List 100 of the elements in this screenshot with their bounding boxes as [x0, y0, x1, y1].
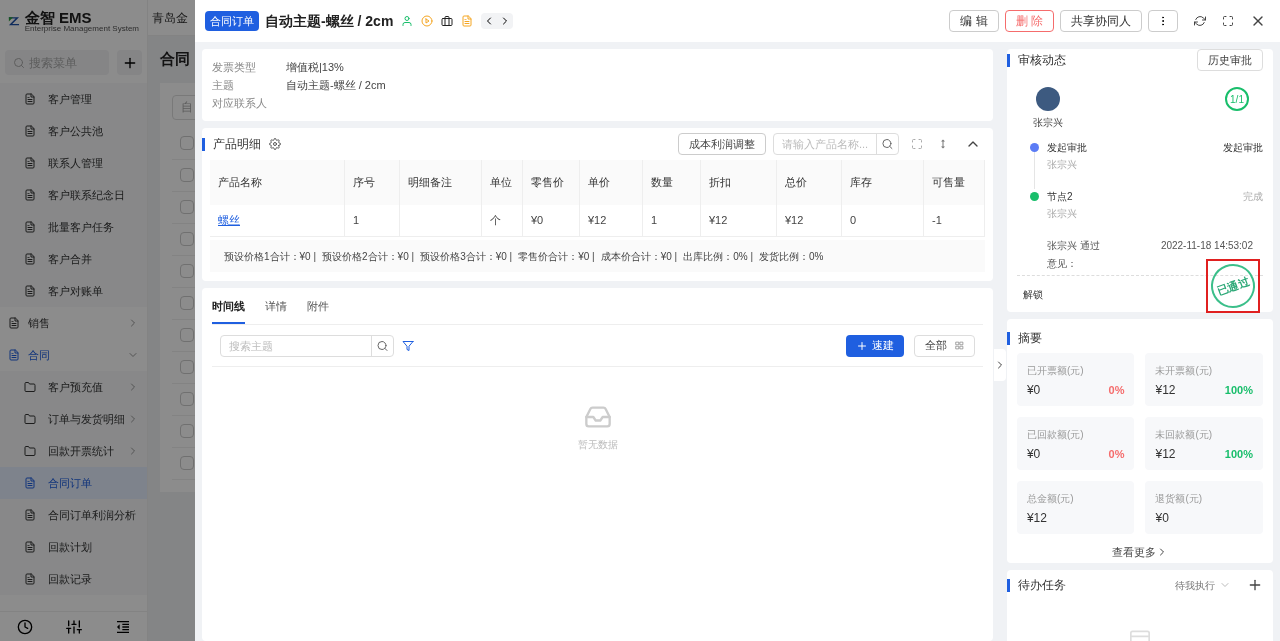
- menu-item[interactable]: 客户合并: [0, 243, 147, 275]
- drawer-title: 自动主题-螺丝 / 2cm: [265, 11, 394, 31]
- checkbox[interactable]: [180, 392, 194, 406]
- see-more-link[interactable]: 查看更多: [1111, 544, 1168, 561]
- checkbox[interactable]: [180, 296, 194, 310]
- add-button[interactable]: [117, 50, 142, 75]
- stat-percent: 100%: [1224, 446, 1253, 462]
- column-header: 可售量: [924, 160, 985, 205]
- tab[interactable]: 详情: [265, 297, 287, 324]
- comment-label: 意见：: [1045, 257, 1078, 271]
- table-cell: 1: [345, 205, 400, 236]
- add-icon[interactable]: [1247, 577, 1263, 593]
- column-header: 单位: [482, 160, 523, 205]
- action-button[interactable]: 删 除: [1004, 10, 1054, 32]
- product-link[interactable]: 螺丝: [210, 205, 345, 236]
- checkbox[interactable]: [180, 328, 194, 342]
- document-icon: [24, 477, 36, 489]
- total-text: 零售价合计：¥0 |: [518, 249, 595, 264]
- adjust-button[interactable]: 成本利润调整: [678, 133, 766, 155]
- total-text: 成本价合计：¥0 |: [600, 249, 678, 264]
- document-icon: [8, 349, 20, 361]
- column-header: 数量: [643, 160, 701, 205]
- stat-label: 未回款额(元): [1155, 428, 1214, 442]
- document-icon: [8, 317, 20, 329]
- menu-item[interactable]: 客户公共池: [0, 115, 147, 147]
- stat-label: 退货额(元): [1155, 492, 1204, 506]
- type-tag: 合同订单: [205, 10, 259, 32]
- menu-item[interactable]: 客户管理: [0, 83, 147, 115]
- stat-amount: ¥12: [1155, 446, 1176, 463]
- step-status: 发起审批: [1223, 141, 1263, 155]
- total-text: 预设价格3合计：¥0 |: [420, 249, 513, 264]
- checkbox[interactable]: [180, 456, 194, 470]
- checkbox[interactable]: [180, 200, 194, 214]
- panel-toggle-button[interactable]: [994, 349, 1006, 381]
- sliders-icon[interactable]: [65, 618, 82, 635]
- field-label: 对应联系人: [212, 95, 268, 111]
- history-button[interactable]: 历史审批: [1197, 49, 1263, 71]
- field-value: 增值税|13%: [286, 59, 344, 75]
- folder-icon: [24, 445, 36, 457]
- menu-item[interactable]: 客户对账单: [0, 275, 147, 307]
- table-cell: 个: [482, 205, 523, 236]
- quick-create-button[interactable]: 速建: [846, 334, 904, 357]
- action-button[interactable]: 共享协同人: [1060, 10, 1142, 32]
- table-cell: ¥12: [701, 205, 777, 236]
- tab[interactable]: 附件: [307, 297, 329, 324]
- stat-amount: ¥12: [1155, 382, 1176, 399]
- stat-label: 已回款额(元): [1026, 428, 1085, 442]
- menu-item[interactable]: 订单与发货明细: [0, 403, 147, 435]
- stat-amount: ¥0: [1026, 382, 1041, 399]
- stat-percent: 100%: [1224, 382, 1253, 398]
- menu-item[interactable]: 合同订单: [0, 467, 147, 499]
- checkbox[interactable]: [180, 360, 194, 374]
- logo-name: 金智 EMS: [24, 9, 93, 25]
- menu-item[interactable]: 客户预充值: [0, 371, 147, 403]
- history-icon[interactable]: [16, 618, 33, 635]
- search-icon: [13, 56, 25, 69]
- briefcase-icon: [441, 15, 454, 27]
- section-title: 产品明细: [202, 137, 261, 151]
- menu-item[interactable]: 联系人管理: [0, 147, 147, 179]
- document-icon: [24, 157, 36, 169]
- total-text: 出库比例：0% |: [683, 249, 754, 264]
- table-cell: ¥0: [523, 205, 580, 236]
- refresh-icon[interactable]: [1194, 15, 1206, 27]
- menu-item[interactable]: 回款开票统计: [0, 435, 147, 467]
- menu-item[interactable]: 客户联系纪念日: [0, 179, 147, 211]
- unlock-link[interactable]: 解锁: [1022, 287, 1043, 302]
- section-title: 摘要: [1006, 331, 1042, 345]
- checkbox[interactable]: [180, 232, 194, 246]
- checkbox[interactable]: [180, 136, 194, 150]
- table-cell: -1: [924, 205, 985, 236]
- document-icon: [24, 573, 36, 585]
- checkbox[interactable]: [180, 264, 194, 278]
- menu-item[interactable]: 合同订单利润分析: [0, 499, 147, 531]
- action-button[interactable]: 编 辑: [949, 10, 999, 32]
- total-text: 预设价格1合计：¥0 |: [224, 249, 317, 264]
- tab[interactable]: 时间线: [212, 297, 245, 324]
- column-header: 折扣: [701, 160, 777, 205]
- column-header: 明细备注: [400, 160, 482, 205]
- stat-label: 未开票额(元): [1155, 364, 1214, 378]
- column-header: 总价: [777, 160, 842, 205]
- checkbox[interactable]: [180, 168, 194, 182]
- collapse-icon[interactable]: [114, 618, 131, 635]
- grid-icon: [955, 341, 964, 350]
- stat-amount: ¥0: [1026, 446, 1041, 463]
- checkbox[interactable]: [180, 424, 194, 438]
- step-status: 完成: [1243, 190, 1263, 204]
- filter-icon[interactable]: [402, 339, 414, 352]
- menu-item[interactable]: 回款记录: [0, 563, 147, 595]
- stat-label: 已开票额(元): [1026, 364, 1085, 378]
- menu-item[interactable]: 批量客户任务: [0, 211, 147, 243]
- menu-item[interactable]: 回款计划: [0, 531, 147, 563]
- column-header: 零售价: [523, 160, 580, 205]
- menu-group[interactable]: 合同: [0, 339, 147, 371]
- settings-icon[interactable]: [269, 138, 281, 150]
- task-filter-dropdown[interactable]: 待我执行: [1175, 577, 1231, 593]
- fullscreen-icon[interactable]: [1222, 15, 1234, 27]
- approver-name: 张宗兴: [1032, 116, 1063, 130]
- menu-group[interactable]: 销售: [0, 307, 147, 339]
- all-filter-button[interactable]: 全部: [914, 334, 975, 357]
- document-icon: [24, 221, 36, 233]
